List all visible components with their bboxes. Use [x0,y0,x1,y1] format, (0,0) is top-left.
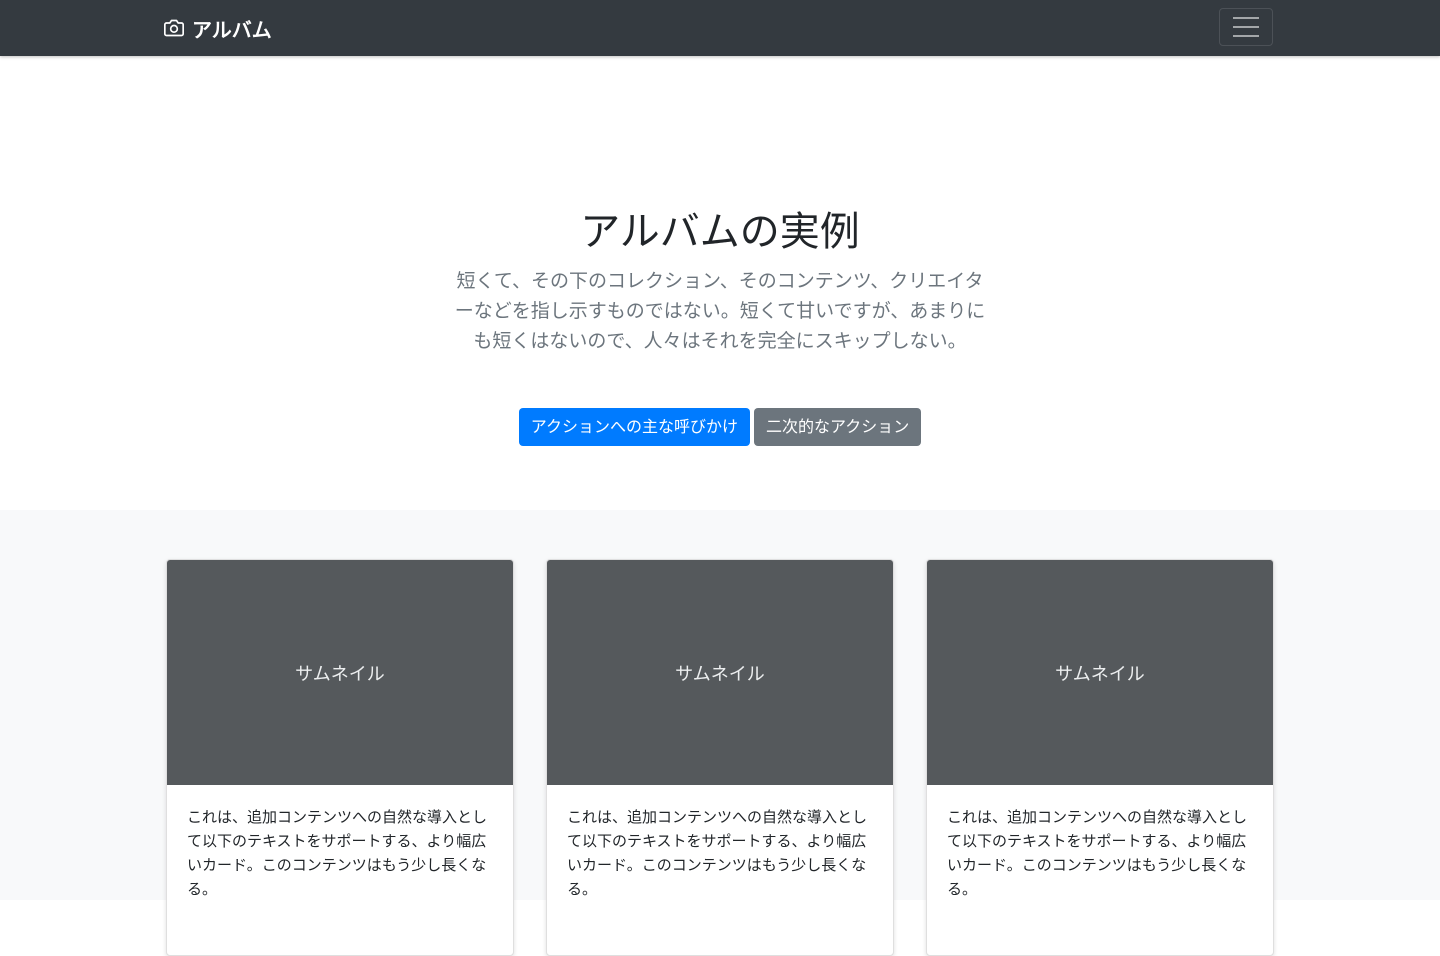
card-text: これは、追加コンテンツへの自然な導入として以下のテキストをサポートする、より幅広… [187,808,488,898]
card-thumbnail: サムネイル [927,560,1273,785]
card-thumbnail: サムネイル [547,560,893,785]
navbar-toggler-button[interactable] [1219,8,1273,46]
card-text: これは、追加コンテンツへの自然な導入として以下のテキストをサポートする、より幅広… [947,808,1248,898]
jumbotron: アルバムの実例 短くて、その下のコレクション、そのコンテンツ、クリエイターなどを… [0,56,1440,510]
camera-icon [164,18,184,38]
top-navbar: アルバム [0,0,1440,56]
thumbnail-label: サムネイル [1055,663,1145,685]
card-text: これは、追加コンテンツへの自然な導入として以下のテキストをサポートする、より幅広… [567,808,868,898]
album-section: サムネイル これは、追加コンテンツへの自然な導入として以下のテキストをサポートす… [0,510,1440,956]
album-card: サムネイル これは、追加コンテンツへの自然な導入として以下のテキストをサポートす… [166,559,514,956]
album-card: サムネイル これは、追加コンテンツへの自然な導入として以下のテキストをサポートす… [926,559,1274,956]
hamburger-menu-icon-line [1233,26,1259,28]
lead-text: 短くて、その下のコレクション、そのコンテンツ、クリエイターなどを指し示すものでは… [454,270,986,352]
album-card: サムネイル これは、追加コンテンツへの自然な導入として以下のテキストをサポートす… [546,559,894,956]
card-thumbnail: サムネイル [167,560,513,785]
brand-link[interactable]: アルバム [164,0,272,56]
primary-action-button[interactable]: アクションへの主な呼びかけ [518,408,750,446]
hamburger-menu-icon [1233,17,1259,19]
card-grid: サムネイル これは、追加コンテンツへの自然な導入として以下のテキストをサポートす… [166,559,1274,956]
thumbnail-label: サムネイル [295,663,385,685]
hamburger-menu-icon-line [1233,35,1259,37]
hero-buttons: アクションへの主な呼びかけ 二次的なアクション [0,408,1440,446]
secondary-action-button[interactable]: 二次的なアクション [754,408,922,446]
brand-text: アルバム [192,17,272,42]
page-title: アルバムの実例 [580,209,860,255]
thumbnail-label: サムネイル [675,663,765,685]
